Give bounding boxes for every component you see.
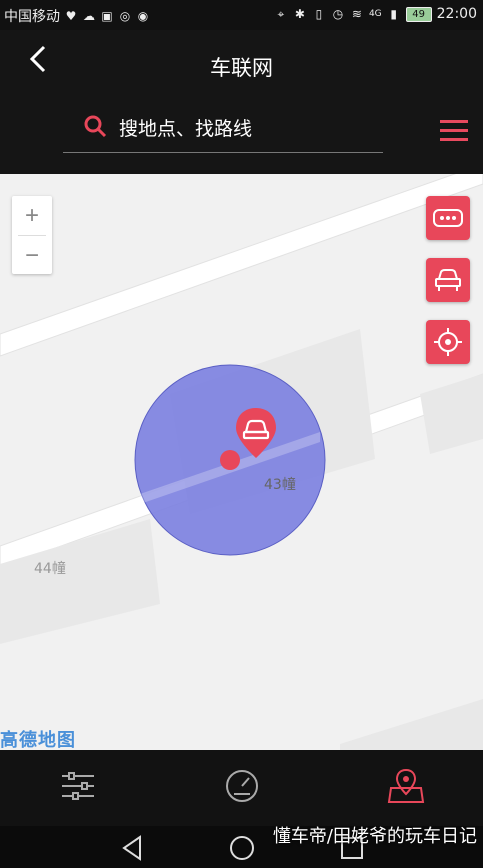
map-pin-icon — [387, 768, 425, 803]
app-notification-icon: ▣ — [101, 9, 113, 23]
tab-controls[interactable] — [56, 764, 100, 808]
my-location-button[interactable] — [426, 320, 470, 364]
car-location-marker[interactable] — [234, 406, 278, 460]
menu-icon-line — [440, 120, 468, 123]
vibrate-icon: ▯ — [315, 7, 323, 21]
car-locate-button[interactable] — [426, 258, 470, 302]
menu-icon-line — [440, 129, 468, 132]
tab-dashboard[interactable] — [220, 764, 264, 808]
building-label-43: 43幢 — [264, 477, 296, 493]
map-canvas — [0, 174, 483, 750]
zoom-controls: + − — [12, 196, 52, 274]
more-options-button[interactable] — [426, 196, 470, 240]
more-dots-icon — [433, 209, 463, 227]
menu-icon-line — [440, 138, 468, 141]
sync-icon: ◉ — [137, 9, 149, 23]
tab-map[interactable] — [384, 764, 428, 808]
menu-button[interactable] — [440, 120, 468, 144]
page-title: 车联网 — [210, 56, 273, 80]
wechat-icon: ◎ — [119, 9, 131, 23]
app-header: 车联网 搜地点、找路线 — [0, 30, 483, 174]
carrier-label: 中国移动 — [4, 9, 60, 25]
watermark: 懂车帝/田姥爷的玩车日记 — [272, 826, 477, 847]
search-icon — [83, 114, 107, 142]
car-icon — [435, 269, 461, 291]
cloud-icon: ☁ — [83, 9, 95, 23]
sliders-icon — [62, 772, 94, 800]
bottom-tab-bar — [0, 750, 483, 826]
status-bar: 中国移动 ♥ ☁ ▣ ◎ ◉ ⌖ ✱ ▯ ◷ ≋ 4G ▮ 49 22:00 — [0, 0, 483, 30]
battery-icon: 49 — [405, 6, 432, 22]
battery-level: 49 — [412, 8, 425, 20]
map-view[interactable]: 43幢 44幢 + − 高德地图 — [0, 174, 483, 750]
plus-icon: + — [24, 201, 39, 229]
clock: 22:00 — [436, 6, 477, 22]
status-left: 中国移动 ♥ ☁ ▣ ◎ ◉ — [4, 6, 150, 26]
back-triangle-icon[interactable] — [118, 834, 146, 862]
wifi-icon: ≋ — [351, 7, 362, 21]
speedometer-icon — [226, 770, 258, 802]
network-type: 4G — [368, 9, 382, 19]
crosshair-icon — [434, 328, 462, 356]
minus-icon: − — [24, 241, 39, 269]
zoom-in-button[interactable]: + — [12, 196, 52, 235]
zoom-out-button[interactable]: − — [12, 236, 52, 275]
search-input[interactable]: 搜地点、找路线 — [63, 110, 383, 153]
bluetooth-icon: ✱ — [294, 7, 305, 21]
signal-icon: ▮ — [390, 7, 397, 21]
map-provider-logo: 高德地图 — [0, 730, 76, 750]
location-icon: ⌖ — [277, 7, 285, 21]
home-circle-icon[interactable] — [228, 834, 256, 862]
status-right: ⌖ ✱ ▯ ◷ ≋ 4G ▮ 49 22:00 — [274, 6, 477, 22]
search-placeholder: 搜地点、找路线 — [119, 118, 253, 140]
alarm-icon: ◷ — [332, 7, 344, 21]
building-label-44: 44幢 — [34, 561, 66, 577]
heart-icon: ♥ — [65, 9, 77, 23]
car-pin-icon — [236, 408, 276, 458]
